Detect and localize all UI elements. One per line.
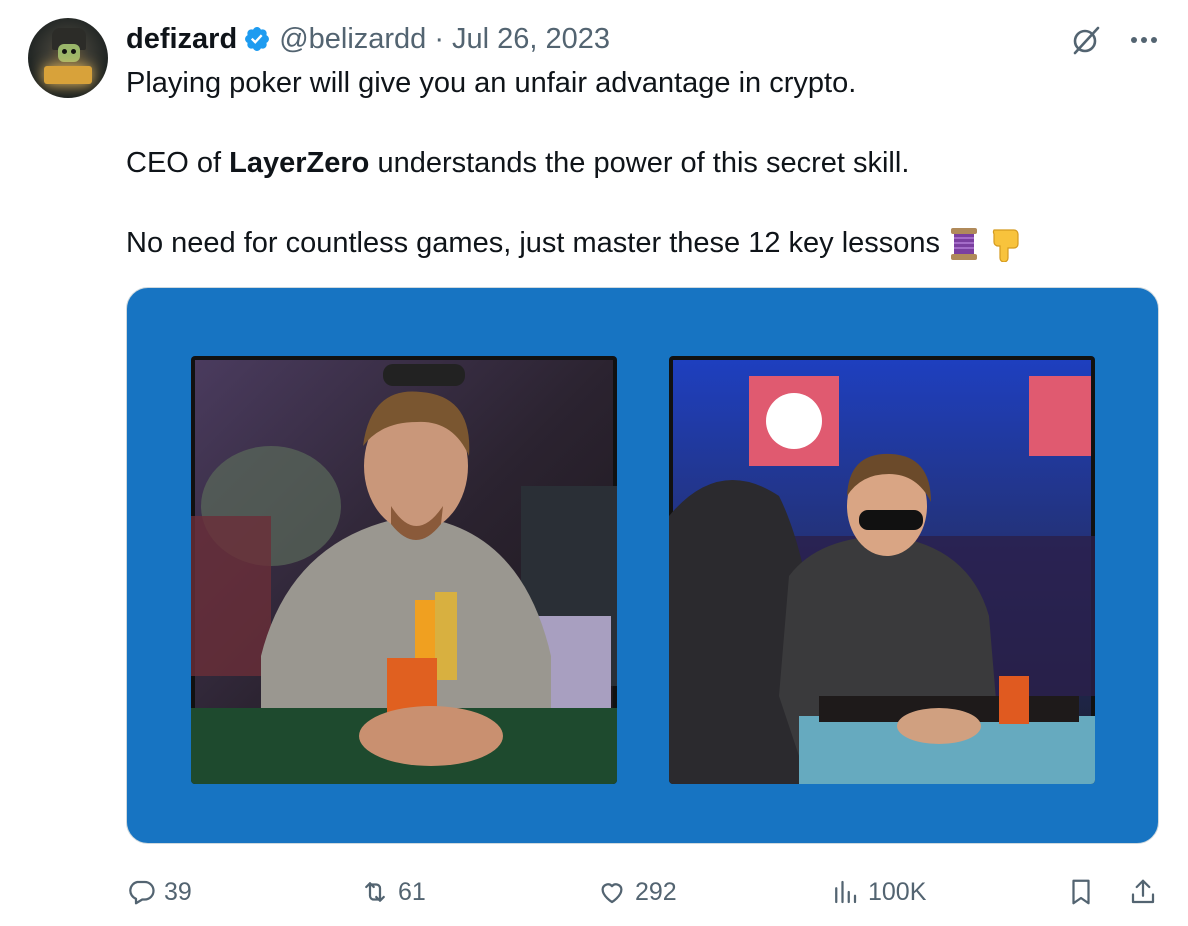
share-button[interactable] bbox=[1128, 870, 1158, 914]
avatar-face bbox=[58, 44, 80, 62]
reply-icon bbox=[129, 880, 155, 905]
author-avatar[interactable] bbox=[28, 18, 108, 98]
media-card[interactable] bbox=[126, 287, 1159, 844]
reply-count: 39 bbox=[164, 877, 192, 906]
text-fragment: understands the power of this secret ski… bbox=[369, 147, 910, 179]
like-button[interactable]: 292 bbox=[597, 870, 677, 914]
tweet-text-line: CEO of LayerZero understands the power o… bbox=[126, 145, 1126, 181]
tweet-text-line: Playing poker will give you an unfair ad… bbox=[126, 67, 857, 99]
poker-player-photo-right[interactable] bbox=[669, 356, 1095, 784]
tweet-actions: 39 61 292 100K bbox=[0, 870, 1188, 914]
avatar-eye bbox=[71, 49, 76, 54]
views-button[interactable]: 100K bbox=[830, 870, 926, 914]
poker-player-photo-left[interactable] bbox=[191, 356, 617, 784]
like-count: 292 bbox=[635, 877, 677, 906]
bold-mention: LayerZero bbox=[229, 147, 370, 179]
pointing-down-icon bbox=[993, 229, 1019, 263]
bookmark-icon bbox=[1072, 879, 1090, 905]
verified-badge-icon bbox=[245, 27, 270, 51]
text-fragment: No need for countless games, just master… bbox=[126, 227, 941, 259]
photo-left-illustration bbox=[191, 360, 617, 784]
text-fragment: CEO of bbox=[126, 147, 230, 179]
view-count: 100K bbox=[868, 877, 927, 906]
heart-icon bbox=[601, 883, 623, 904]
grok-icon[interactable] bbox=[1068, 22, 1104, 58]
reply-button[interactable]: 39 bbox=[126, 870, 192, 914]
header-separator: · bbox=[434, 22, 444, 55]
author-handle[interactable]: @belizardd bbox=[279, 23, 426, 56]
bookmark-button[interactable] bbox=[1066, 870, 1096, 914]
repost-button[interactable]: 61 bbox=[360, 870, 426, 914]
repost-count: 61 bbox=[398, 877, 426, 906]
repost-icon bbox=[365, 882, 385, 902]
avatar-eye bbox=[62, 49, 67, 54]
tweet-text-line: No need for countless games, just master… bbox=[126, 225, 1126, 263]
tweet-header: defizard @belizardd · Jul 26, 2023 bbox=[126, 18, 610, 60]
tweet-date[interactable]: Jul 26, 2023 bbox=[452, 23, 610, 56]
share-icon bbox=[1131, 879, 1155, 904]
thread-emoji-icon bbox=[951, 228, 978, 261]
views-icon bbox=[835, 880, 857, 904]
photo-right-illustration bbox=[669, 360, 1095, 784]
avatar-book bbox=[44, 66, 92, 84]
author-name[interactable]: defizard bbox=[126, 23, 237, 56]
more-options-icon[interactable] bbox=[1124, 22, 1164, 58]
